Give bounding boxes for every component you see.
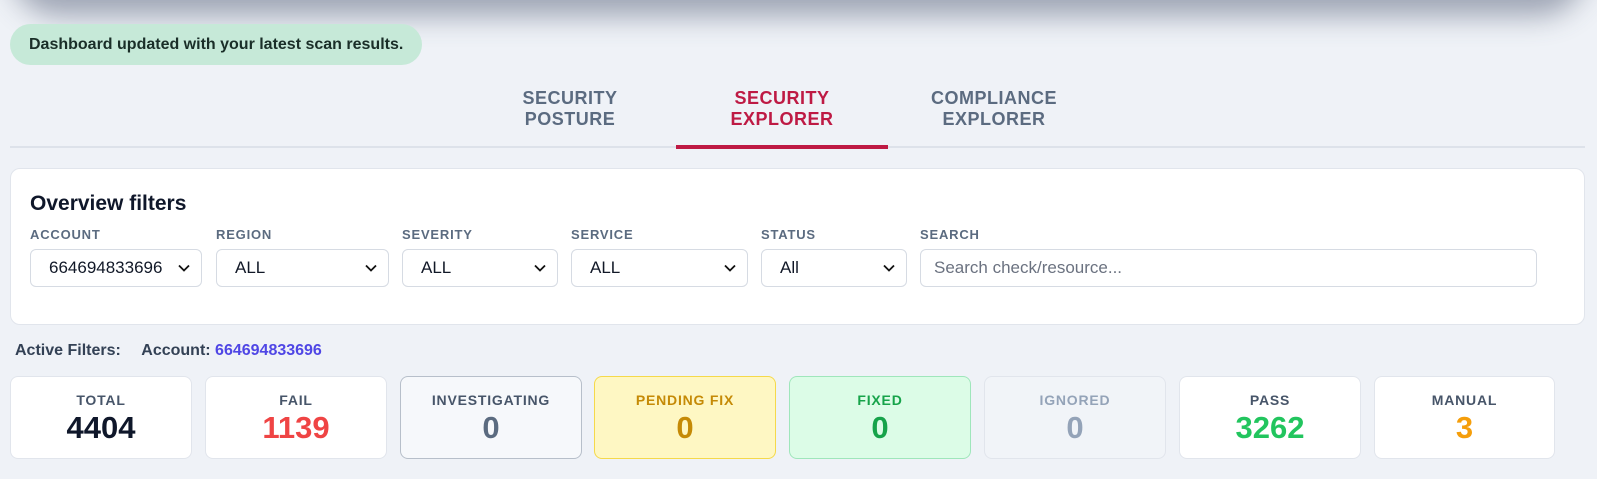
region-select[interactable]: ALL	[216, 249, 389, 287]
stat-value: 0	[1066, 410, 1084, 445]
stat-card-fail[interactable]: FAIL 1139	[205, 376, 387, 459]
status-label: STATUS	[761, 227, 816, 242]
active-filters-label: Active Filters:	[15, 342, 121, 359]
tab-label: SECURITY POSTURE	[522, 88, 618, 129]
stat-value: 0	[482, 410, 500, 445]
tab-compliance-explorer[interactable]: COMPLIANCE EXPLORER	[888, 88, 1100, 148]
tab-security-posture[interactable]: SECURITY POSTURE	[464, 88, 676, 148]
stat-label: PASS	[1249, 392, 1291, 408]
stat-label: PENDING FIX	[635, 392, 735, 408]
tab-label: SECURITY EXPLORER	[730, 88, 834, 129]
region-label: REGION	[216, 227, 273, 242]
chevron-down-icon	[882, 250, 896, 286]
stat-value: 3	[1455, 410, 1474, 445]
service-select[interactable]: ALL	[571, 249, 748, 287]
tab-label: COMPLIANCE EXPLORER	[931, 88, 1057, 129]
chevron-down-icon	[364, 250, 378, 286]
active-filter-account-value[interactable]: 664694833696	[215, 342, 322, 359]
stat-label: IGNORED	[1039, 392, 1111, 408]
overview-filters-card: Overview filters ACCOUNT 664694833696 RE…	[10, 168, 1585, 325]
stat-card-total[interactable]: TOTAL 4404	[10, 376, 192, 459]
tab-security-explorer[interactable]: SECURITY EXPLORER	[676, 88, 888, 149]
stat-value: 0	[871, 410, 889, 445]
stat-value: 0	[676, 410, 694, 445]
explorer-tabs: SECURITY POSTURE SECURITY EXPLORER COMPL…	[10, 79, 1585, 149]
stat-card-manual[interactable]: MANUAL 3	[1374, 376, 1555, 459]
stat-label: FIXED	[857, 392, 903, 408]
service-select-value: ALL	[590, 258, 621, 277]
account-select-value: 664694833696	[49, 258, 163, 277]
stat-label: INVESTIGATING	[431, 392, 551, 408]
status-select-value: All	[780, 258, 799, 277]
chevron-down-icon	[723, 250, 737, 286]
region-select-value: ALL	[235, 258, 266, 277]
status-select[interactable]: All	[761, 249, 907, 287]
search-input[interactable]	[920, 249, 1537, 287]
severity-label: SEVERITY	[402, 227, 473, 242]
severity-select-value: ALL	[421, 258, 452, 277]
stat-value: 1139	[262, 410, 330, 445]
scan-updated-toast: Dashboard updated with your latest scan …	[10, 24, 423, 65]
chevron-down-icon	[177, 250, 191, 286]
chevron-down-icon	[533, 250, 547, 286]
stat-card-fixed[interactable]: FIXED 0	[789, 376, 971, 459]
stat-value: 3262	[1235, 410, 1305, 445]
stat-label: FAIL	[279, 392, 313, 408]
active-filters-bar: Active Filters: Account: 664694833696	[15, 342, 322, 360]
active-filter-account-label: Account:	[141, 342, 211, 359]
account-select[interactable]: 664694833696	[30, 249, 202, 287]
account-label: ACCOUNT	[30, 227, 101, 242]
stat-card-ignored[interactable]: IGNORED 0	[984, 376, 1166, 459]
severity-select[interactable]: ALL	[402, 249, 558, 287]
stat-card-pending-fix[interactable]: PENDING FIX 0	[594, 376, 776, 459]
filters-title: Overview filters	[30, 192, 187, 215]
stat-card-investigating[interactable]: INVESTIGATING 0	[400, 376, 582, 459]
stat-label: MANUAL	[1431, 392, 1498, 408]
search-label: SEARCH	[920, 227, 980, 242]
stat-label: TOTAL	[76, 392, 126, 408]
stat-value: 4404	[66, 410, 136, 445]
stat-card-pass[interactable]: PASS 3262	[1179, 376, 1361, 459]
service-label: SERVICE	[571, 227, 634, 242]
